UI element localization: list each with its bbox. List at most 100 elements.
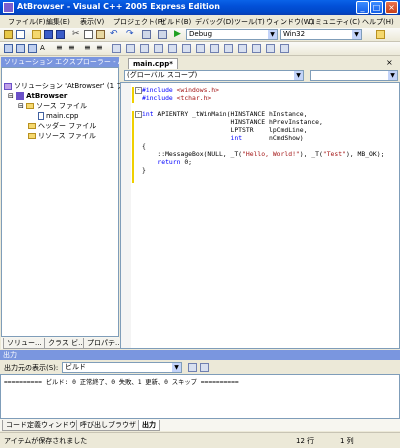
tab-properties[interactable]: プロパテ... [83,338,123,349]
tree-label: main.cpp [46,112,79,120]
new-project-icon[interactable] [4,30,13,39]
output-text-area[interactable]: ========== ビルド: 0 正常終了、0 失敗、1 更新、0 スキップ … [0,374,400,419]
editor-margin [121,83,131,348]
quick-info-icon[interactable]: A [40,44,49,53]
editor-nav-bar: (グローバル スコープ) ▼ ▼ [120,69,400,82]
tab-output[interactable]: 出力 [138,420,160,431]
code-line-2: #include <tchar.h> [142,94,212,102]
uncomment-icon[interactable]: ≡ [96,44,105,53]
navigate-forward-icon[interactable] [158,30,167,39]
next-bookmark-icon[interactable] [140,44,149,53]
word-wrap-icon[interactable] [200,363,209,372]
menu-file[interactable]: ファイル(F) [8,17,46,27]
menu-window[interactable]: ウィンドウ(W) [266,17,313,27]
minimize-button[interactable]: _ [356,1,369,14]
window-icon[interactable] [238,44,247,53]
tree-item-main-file[interactable]: main.cpp [38,112,78,121]
menu-project[interactable]: プロジェクト(P) [113,17,165,27]
code-line-11: } [142,166,146,174]
undo-icon[interactable]: ↶ [110,30,119,39]
window-icon[interactable] [196,44,205,53]
paste-icon[interactable] [96,30,105,39]
collapse-icon[interactable]: - [135,87,142,94]
platform-value: Win32 [283,30,306,38]
menu-view[interactable]: 表示(V) [80,17,104,27]
tree-item-header-folder[interactable]: ヘッダー ファイル [28,122,96,131]
menu-edit[interactable]: 編集(E) [46,17,70,27]
solution-explorer-header: ソリューション エクスプローラー - AtBr... [1,57,139,67]
parameter-info-icon[interactable] [28,44,37,53]
tree-item-project[interactable]: ⊟ AtBrowser [8,92,67,101]
outdent-icon[interactable]: ≡ [56,44,65,53]
open-icon[interactable] [32,30,41,39]
text-editor-toolbar: A ≡ ≡ ≡ ≡ [0,42,400,56]
window-icon[interactable] [252,44,261,53]
menu-community[interactable]: コミュニティ(C) [308,17,360,27]
platform-select[interactable]: Win32 ▼ [280,29,362,40]
maximize-button[interactable]: □ [370,1,383,14]
tree-label: AtBrowser [26,92,68,100]
tree-label: ソース ファイル [36,102,87,110]
add-item-icon[interactable] [16,30,25,39]
window-icon[interactable] [210,44,219,53]
menu-build[interactable]: ビルド(B) [160,17,191,27]
close-icon[interactable]: × [386,59,396,67]
tree-item-resource-folder[interactable]: リソース ファイル [28,132,96,141]
window-icon[interactable] [168,44,177,53]
navigate-back-icon[interactable] [142,30,151,39]
tab-code-definition[interactable]: コード定義ウィンドウ [2,420,80,431]
status-bar: アイテムが保存されました 12 行 1 列 [0,432,400,448]
editor-tab-strip: main.cpp* × [120,57,400,70]
clear-output-icon[interactable] [188,363,197,372]
prev-bookmark-icon[interactable] [126,44,135,53]
status-line: 12 行 [296,437,315,445]
close-button[interactable]: × [385,1,398,14]
tree-item-source-folder[interactable]: ⊟ ソース ファイル [18,102,87,111]
output-source-select[interactable]: ビルド ▼ [62,362,182,373]
save-icon[interactable] [44,30,53,39]
save-all-icon[interactable] [56,30,65,39]
bookmark-icon[interactable] [112,44,121,53]
text-editor-icon[interactable] [4,44,13,53]
menu-debug[interactable]: デバッグ(D) [195,17,234,27]
bottom-tabs: コード定義ウィンドウ 呼び出しブラウザ 出力 [0,419,400,431]
cut-icon[interactable]: ✂ [72,30,81,39]
solution-explorer-title: ソリューション エクスプローラー - AtBr... [4,58,139,66]
member-list-icon[interactable] [16,44,25,53]
menu-help[interactable]: ヘルプ(H) [362,17,394,27]
code-line-4: int APIENTRY _tWinMain(HINSTANCE hInstan… [142,110,308,118]
code-editor[interactable]: - - #include <windows.h> #include <tchar… [120,82,400,349]
menu-tools[interactable]: ツール(T) [234,17,265,27]
find-icon[interactable] [376,30,385,39]
app-icon [3,2,14,13]
code-line-8: { [142,142,146,150]
code-line-10: return 0; [157,158,193,166]
start-debug-icon[interactable]: ▶ [174,30,183,39]
config-select[interactable]: Debug ▼ [186,29,278,40]
tree-label: ヘッダー ファイル [38,122,97,130]
code-line-1: #include <windows.h> [142,86,219,94]
solution-icon [4,82,12,90]
comment-icon[interactable]: ≡ [84,44,93,53]
window-icon[interactable] [224,44,233,53]
copy-icon[interactable] [84,30,93,39]
clear-bookmarks-icon[interactable] [154,44,163,53]
folder-icon [26,103,35,109]
code-line-9: ::MessageBox(NULL, _T("Hello, World!"), … [142,150,385,158]
status-message: アイテムが保存されました [4,437,88,445]
window-icon[interactable] [182,44,191,53]
output-toolbar: 出力元の表示(S): ビルド ▼ [0,360,400,374]
redo-icon[interactable]: ↷ [126,30,135,39]
window-title: AtBrowser - Visual C++ 2005 Express Edit… [17,2,220,11]
cpp-file-icon [38,112,44,120]
tab-solution-explorer[interactable]: ソリュー... [3,338,46,349]
member-select[interactable]: ▼ [310,70,398,81]
window-icon[interactable] [280,44,289,53]
collapse-icon[interactable]: - [135,111,142,118]
scope-select[interactable]: (グローバル スコープ) ▼ [124,70,304,81]
folder-icon [28,133,36,139]
window-icon[interactable] [266,44,275,53]
config-value: Debug [189,30,213,38]
tab-call-browser[interactable]: 呼び出しブラウザ [76,420,140,431]
indent-icon[interactable]: ≡ [68,44,77,53]
